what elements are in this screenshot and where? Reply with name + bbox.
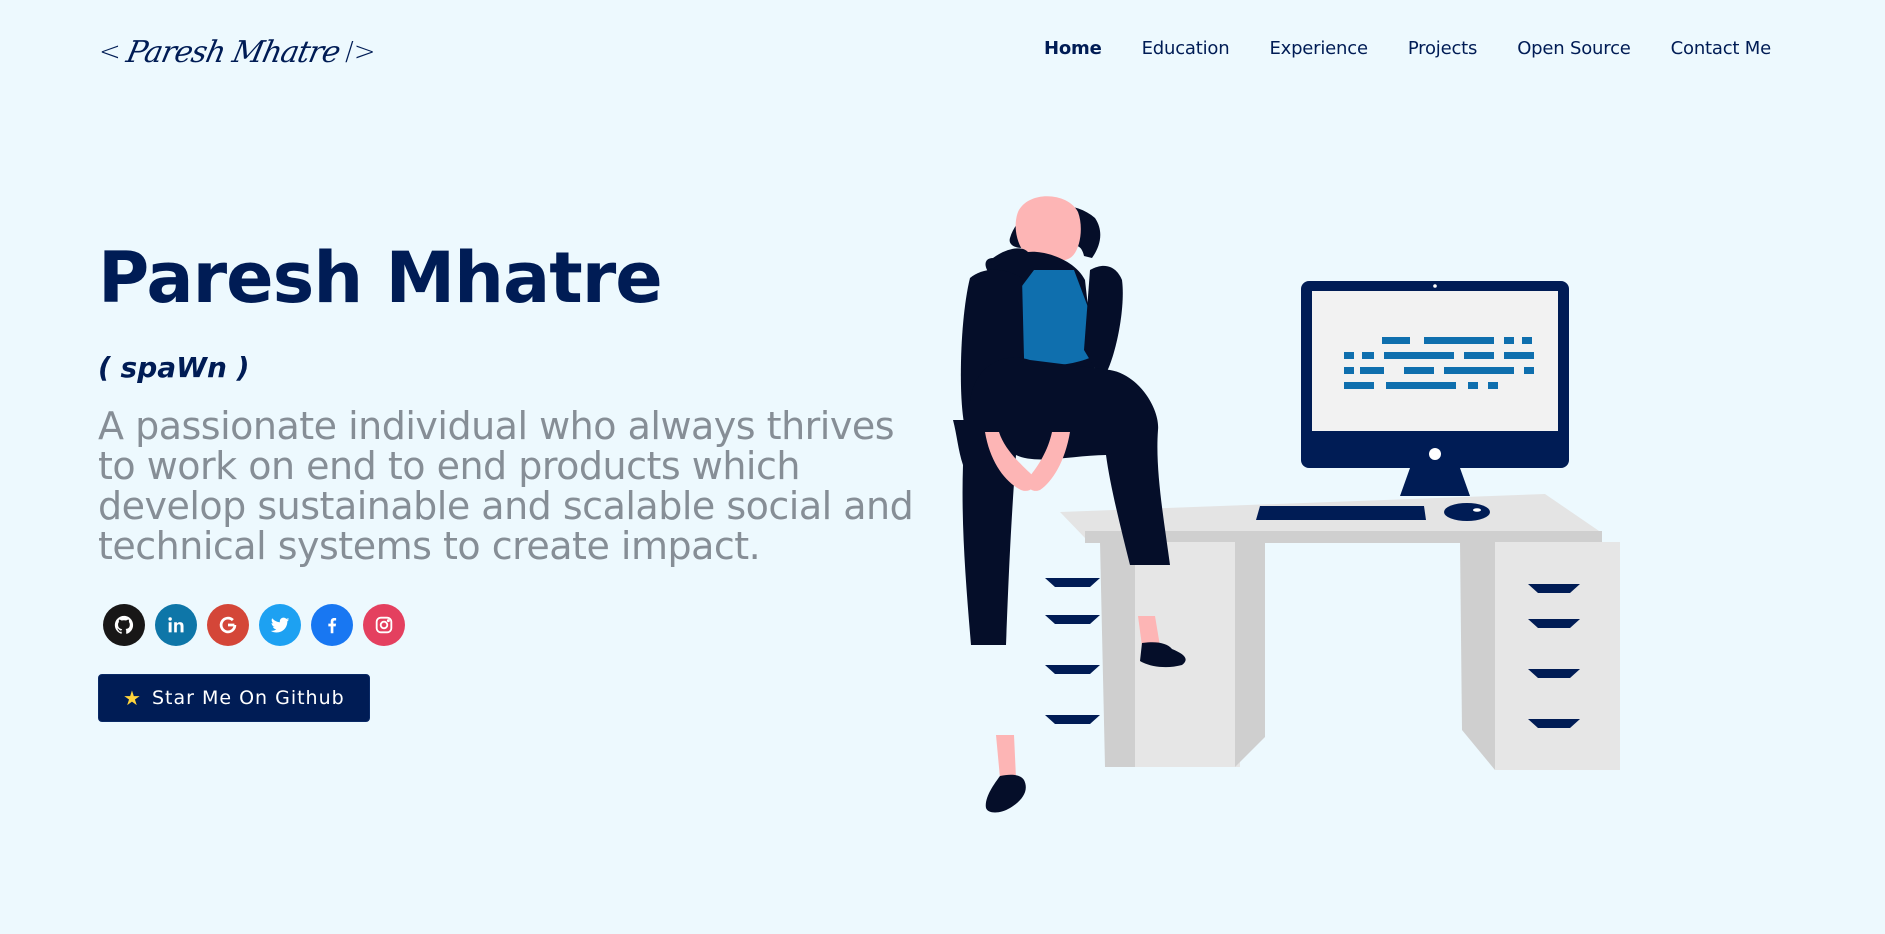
nav-experience[interactable]: Experience xyxy=(1269,38,1368,59)
nav-education[interactable]: Education xyxy=(1142,38,1230,59)
logo-open-bracket: < xyxy=(99,37,121,67)
site-header: < Paresh Mhatre /> Home Education Experi… xyxy=(0,0,1885,104)
star-icon: ★ xyxy=(123,686,142,710)
monitor-illustration xyxy=(1301,281,1569,496)
logo-close-bracket: /> xyxy=(344,37,376,67)
hero-name: Paresh Mhatre xyxy=(98,237,663,319)
star-button-label: Star Me On Github xyxy=(151,687,345,709)
nav-home[interactable]: Home xyxy=(1044,38,1102,59)
logo-signature: Paresh Mhatre xyxy=(123,34,343,70)
nav-contact-me[interactable]: Contact Me xyxy=(1671,38,1772,59)
logo[interactable]: < Paresh Mhatre /> xyxy=(99,30,376,74)
nav-projects[interactable]: Projects xyxy=(1408,38,1478,59)
instagram-icon[interactable] xyxy=(363,604,405,646)
developer-desk-illustration xyxy=(953,196,1620,813)
facebook-icon[interactable] xyxy=(311,604,353,646)
twitter-icon[interactable] xyxy=(259,604,301,646)
linkedin-icon[interactable] xyxy=(155,604,197,646)
hero-description: A passionate individual who always thriv… xyxy=(98,404,914,568)
social-links xyxy=(98,604,918,646)
google-icon[interactable] xyxy=(207,604,249,646)
hero-alias: ( spaWn ) xyxy=(98,351,250,384)
main-nav: Home Education Experience Projects Open … xyxy=(1004,38,1771,59)
github-icon[interactable] xyxy=(103,604,145,646)
star-on-github-button[interactable]: ★ Star Me On Github xyxy=(98,674,370,722)
hero-section: Paresh Mhatre ( spaWn ) A passionate ind… xyxy=(98,228,918,722)
nav-open-source[interactable]: Open Source xyxy=(1517,38,1631,59)
